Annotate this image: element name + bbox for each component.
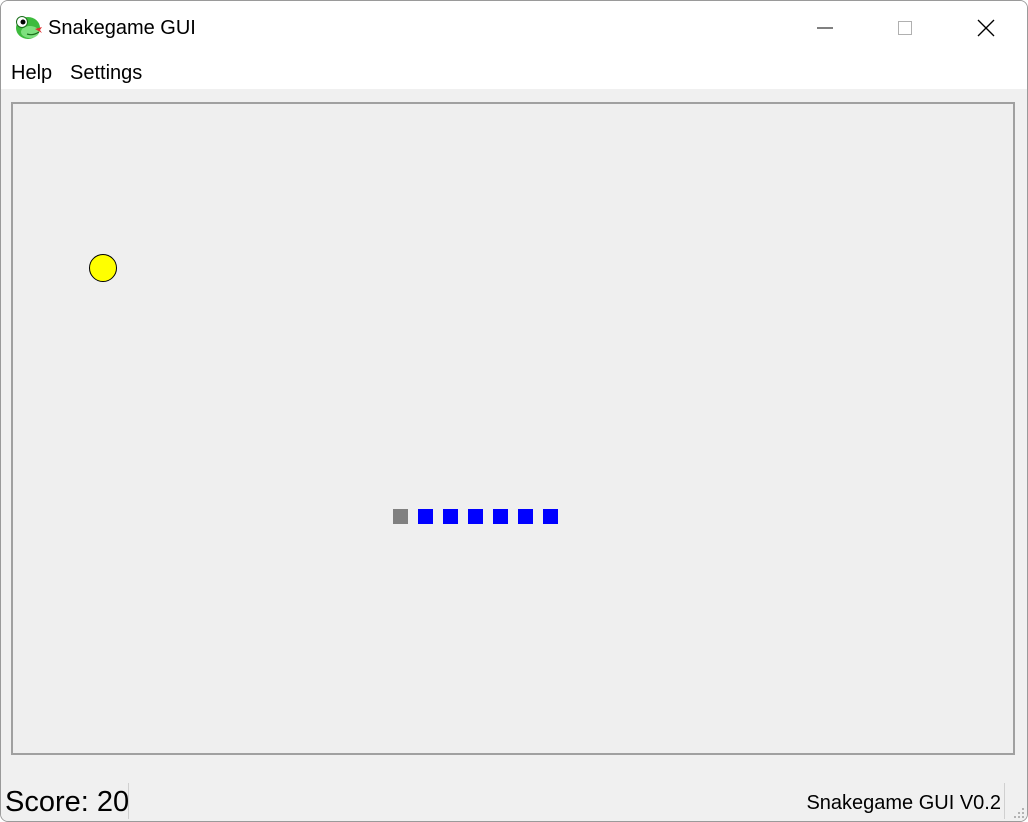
app-window: Snakegame GUI Help Settings Score: 20 Sn… bbox=[0, 0, 1028, 822]
snake-segment bbox=[418, 509, 433, 524]
menu-bar: Help Settings bbox=[1, 55, 1027, 89]
close-button[interactable] bbox=[946, 1, 1026, 55]
snake-segment bbox=[518, 509, 533, 524]
snake-head bbox=[393, 509, 408, 524]
window-title: Snakegame GUI bbox=[48, 17, 196, 39]
snake-icon bbox=[16, 16, 42, 39]
status-bar: Score: 20 Snakegame GUI V0.2 bbox=[1, 781, 1027, 821]
menu-settings[interactable]: Settings bbox=[70, 62, 142, 84]
snake-segment bbox=[468, 509, 483, 524]
minimize-icon bbox=[817, 27, 833, 29]
minimize-button[interactable] bbox=[785, 1, 865, 55]
food-item bbox=[89, 254, 117, 282]
title-bar[interactable]: Snakegame GUI bbox=[1, 1, 1027, 55]
game-board[interactable] bbox=[11, 102, 1015, 755]
snake-segment bbox=[543, 509, 558, 524]
snake-segment bbox=[493, 509, 508, 524]
snake-segment bbox=[443, 509, 458, 524]
close-icon bbox=[977, 19, 995, 37]
status-divider bbox=[1004, 783, 1005, 819]
status-divider bbox=[128, 783, 129, 819]
menu-help[interactable]: Help bbox=[11, 62, 52, 84]
maximize-icon bbox=[898, 21, 912, 35]
score-display: Score: 20 bbox=[5, 786, 130, 818]
maximize-button[interactable] bbox=[865, 1, 945, 55]
version-label: Snakegame GUI V0.2 bbox=[806, 792, 1001, 814]
resize-grip-icon[interactable] bbox=[1013, 807, 1025, 819]
